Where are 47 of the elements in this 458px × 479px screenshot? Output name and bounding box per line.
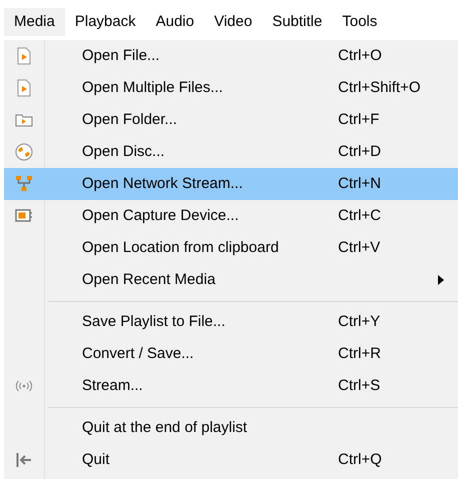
menu-item-label: Open Folder... xyxy=(82,110,178,130)
shortcut-label: Ctrl+O xyxy=(338,46,382,66)
submenu-arrow-icon xyxy=(438,275,444,285)
menu-bar-item[interactable]: Media xyxy=(4,8,65,36)
menu-item-label: Open Multiple Files... xyxy=(82,78,224,98)
shortcut-label: Ctrl+S xyxy=(338,376,380,396)
shortcut-label: Ctrl+D xyxy=(338,142,381,162)
menu-item[interactable]: Quit Ctrl+Q xyxy=(4,444,458,476)
disc-icon xyxy=(15,143,33,161)
menu-item-label: Open Recent Media xyxy=(82,270,216,290)
menu-item[interactable]: Open Disc... Ctrl+D xyxy=(4,136,458,168)
menu-item-label: Open Location from clipboard xyxy=(82,238,280,258)
menu-item-label: Quit at the end of playlist xyxy=(82,418,248,438)
file-play-icon xyxy=(16,47,32,65)
shortcut-label: Ctrl+Q xyxy=(338,450,382,470)
menu-item[interactable]: Save Playlist to File... Ctrl+Y xyxy=(4,306,458,338)
menu-item[interactable]: Open Capture Device... Ctrl+C xyxy=(4,200,458,232)
shortcut-label: Ctrl+F xyxy=(338,110,380,130)
menu-item-label: Stream... xyxy=(82,376,144,396)
menu-item-label: Open Capture Device... xyxy=(82,206,240,226)
shortcut-label: Ctrl+R xyxy=(338,344,381,364)
shortcut-label: Ctrl+C xyxy=(338,206,381,226)
shortcut-label: Ctrl+N xyxy=(338,174,381,194)
capture-card-icon xyxy=(15,208,33,224)
menu-item[interactable]: Open File... Ctrl+O xyxy=(4,40,458,72)
exit-icon xyxy=(16,452,32,468)
folder-icon xyxy=(15,113,33,127)
network-icon xyxy=(15,175,33,193)
menu-item[interactable]: Open Multiple Files... Ctrl+Shift+O xyxy=(4,72,458,104)
menu-item[interactable]: Open Folder... Ctrl+F xyxy=(4,104,458,136)
shortcut-label: Ctrl+Y xyxy=(338,312,380,332)
broadcast-icon xyxy=(15,380,33,392)
menu-item-label: Open Network Stream... xyxy=(82,174,244,194)
menu-item-label: Save Playlist to File... xyxy=(82,312,226,332)
shortcut-label: Ctrl+Shift+O xyxy=(338,78,421,98)
menu-item[interactable]: Convert / Save... Ctrl+R xyxy=(4,338,458,370)
menu-item-label: Open Disc... xyxy=(82,142,166,162)
menu-item-label: Quit xyxy=(82,450,111,470)
menu-item[interactable]: Open Recent Media xyxy=(4,264,458,296)
file-play-icon xyxy=(16,79,32,97)
menu-item[interactable]: Quit at the end of playlist xyxy=(4,412,458,444)
menu-item[interactable]: Open Location from clipboard Ctrl+V xyxy=(4,232,458,264)
menu-item-label: Convert / Save... xyxy=(82,344,195,364)
menu-item-label: Open File... xyxy=(82,46,161,66)
shortcut-label: Ctrl+V xyxy=(338,238,380,258)
menu-item[interactable]: Stream... Ctrl+S xyxy=(4,370,458,402)
menu-item[interactable]: Open Network Stream... Ctrl+N xyxy=(4,168,458,200)
